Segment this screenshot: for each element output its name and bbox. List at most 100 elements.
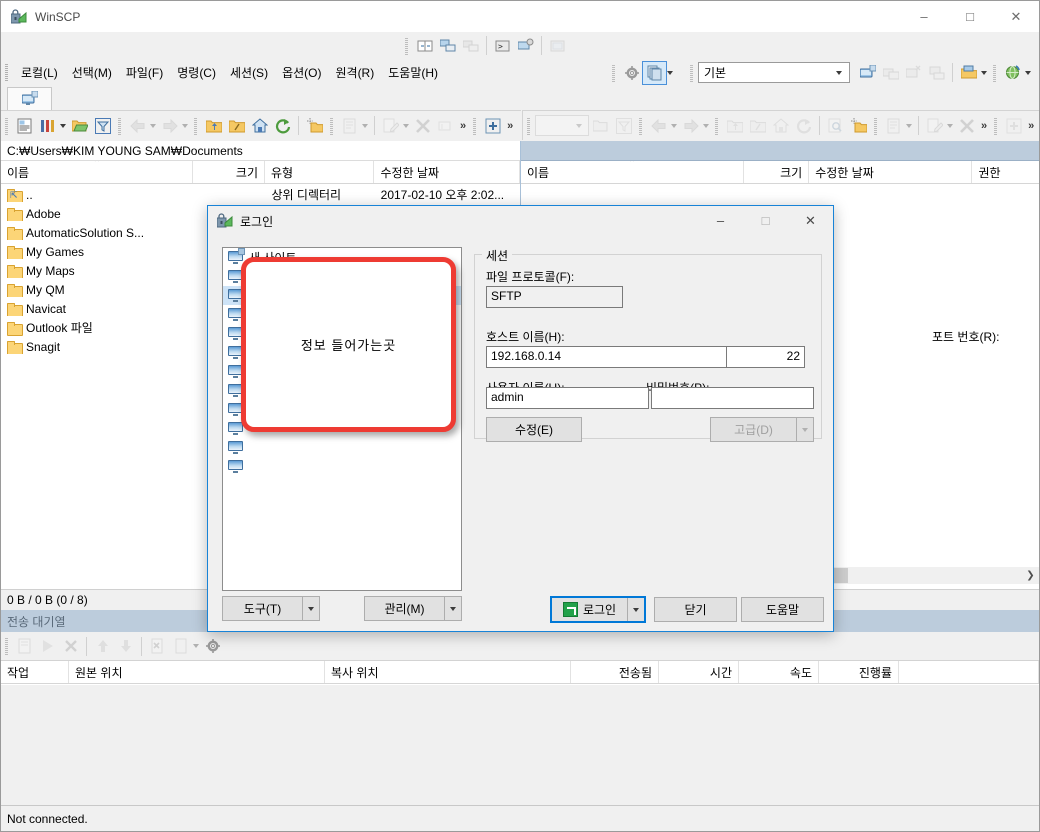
- globe-sync-icon[interactable]: [1001, 62, 1024, 84]
- queue-settings-gear-icon[interactable]: [201, 635, 224, 657]
- open-folder-icon[interactable]: [957, 62, 980, 84]
- password-field[interactable]: [651, 387, 814, 409]
- chevron-down-icon[interactable]: [981, 70, 987, 75]
- chevron-down-icon[interactable]: [302, 596, 320, 621]
- toolbar-grip[interactable]: [472, 116, 479, 135]
- qcol-destination[interactable]: 복사 위치: [325, 661, 571, 683]
- dialog-close-button[interactable]: ✕: [788, 206, 833, 235]
- queue-list[interactable]: [1, 684, 1039, 804]
- manage-button[interactable]: 관리(M): [364, 596, 462, 621]
- qcol-progress[interactable]: 진행률: [819, 661, 899, 683]
- filter-icon[interactable]: [91, 115, 114, 137]
- login-button[interactable]: 로그인: [550, 596, 646, 623]
- tab-local-session[interactable]: [7, 87, 52, 110]
- parent-directory-icon[interactable]: [202, 115, 225, 137]
- list-item[interactable]: [223, 457, 461, 476]
- toolbar-grip[interactable]: [117, 116, 123, 135]
- toolbar-overflow-chevron-icon[interactable]: »: [978, 120, 990, 132]
- chevron-down-icon[interactable]: [60, 123, 66, 128]
- menu-commands[interactable]: 명령(C): [170, 60, 223, 85]
- toolbar-grip[interactable]: [638, 116, 644, 135]
- scroll-right-icon[interactable]: ❯: [1022, 568, 1039, 583]
- toolbar-grip[interactable]: [689, 63, 695, 82]
- toolbar-grip[interactable]: [193, 116, 199, 135]
- col-name[interactable]: 이름 ⌃: [521, 161, 744, 183]
- dialog-minimize-button[interactable]: –: [698, 206, 743, 235]
- console-icon[interactable]: >: [491, 35, 514, 57]
- chevron-down-icon[interactable]: [836, 70, 842, 75]
- edit-button[interactable]: 수정(E): [486, 417, 582, 442]
- username-field[interactable]: admin: [486, 387, 649, 409]
- dialog-maximize-button[interactable]: □: [743, 206, 788, 235]
- local-path-bar[interactable]: C:₩Users₩KIM YOUNG SAM₩Documents: [1, 141, 520, 161]
- menu-session[interactable]: 세션(S): [223, 60, 275, 85]
- remote-path-bar[interactable]: [521, 141, 1039, 161]
- col-size[interactable]: 크기: [193, 161, 265, 183]
- toolbar-grip[interactable]: [4, 637, 10, 655]
- advanced-button[interactable]: 고급(D): [710, 417, 814, 442]
- gear-icon[interactable]: [620, 62, 643, 84]
- menu-local[interactable]: 로컬(L): [14, 60, 65, 85]
- col-permissions[interactable]: 권한: [972, 161, 1039, 183]
- protocol-combo[interactable]: SFTP: [486, 286, 623, 308]
- port-field[interactable]: 22: [726, 346, 805, 368]
- menu-remote[interactable]: 원격(R): [328, 60, 381, 85]
- col-modified[interactable]: 수정한 날짜: [809, 161, 973, 183]
- qcol-time[interactable]: 시간: [659, 661, 739, 683]
- menu-options[interactable]: 옵션(O): [275, 60, 328, 85]
- toolbar-grip[interactable]: [992, 63, 998, 82]
- home-icon[interactable]: [248, 115, 271, 137]
- close-button[interactable]: ✕: [993, 1, 1039, 32]
- toolbar-grip[interactable]: [329, 116, 335, 135]
- add-to-queue-icon[interactable]: [481, 115, 504, 137]
- toolbar-grip[interactable]: [873, 116, 879, 135]
- chevron-down-icon[interactable]: [627, 598, 644, 621]
- chevron-down-icon[interactable]: [1025, 70, 1031, 75]
- tools-button[interactable]: 도구(T): [222, 596, 320, 621]
- toolbar-grip[interactable]: [611, 63, 617, 82]
- col-modified[interactable]: 수정한 날짜: [374, 161, 520, 183]
- new-folder-icon[interactable]: [847, 115, 870, 137]
- synchronize-browsing-icon[interactable]: [436, 35, 459, 57]
- minimize-button[interactable]: –: [901, 1, 947, 32]
- toolbar-grip[interactable]: [404, 36, 410, 55]
- chevron-down-icon[interactable]: [667, 70, 673, 75]
- toolbar-overflow-chevron-icon[interactable]: »: [457, 120, 469, 132]
- col-size[interactable]: 크기: [744, 161, 810, 183]
- toolbar-grip[interactable]: [526, 116, 532, 135]
- new-folder-icon[interactable]: [303, 115, 326, 137]
- local-path-icon[interactable]: [13, 115, 36, 137]
- close-button[interactable]: 닫기: [654, 597, 737, 622]
- hostname-field[interactable]: 192.168.0.14: [486, 346, 731, 368]
- col-name[interactable]: 이름 ⌃: [1, 161, 194, 183]
- new-session-icon[interactable]: [856, 62, 879, 84]
- copy-stack-icon[interactable]: [642, 60, 667, 85]
- chevron-down-icon[interactable]: [444, 596, 462, 621]
- open-session-icon[interactable]: [514, 35, 537, 57]
- columns-icon[interactable]: [36, 115, 59, 137]
- toolbar-overflow-chevron-icon[interactable]: »: [504, 120, 516, 132]
- col-type[interactable]: 유형: [265, 161, 375, 183]
- qcol-operation[interactable]: 작업: [1, 661, 69, 683]
- open-directory-icon[interactable]: [68, 115, 91, 137]
- help-button[interactable]: 도움말: [741, 597, 824, 622]
- toolbar-overflow-chevron-icon[interactable]: »: [1025, 120, 1037, 132]
- qcol-speed[interactable]: 속도: [739, 661, 819, 683]
- refresh-icon[interactable]: [271, 115, 294, 137]
- table-row[interactable]: ⇱ .. 상위 디렉터리 2017-02-10 오후 2:02...: [1, 185, 520, 204]
- menubar-grip[interactable]: [4, 64, 11, 81]
- root-directory-icon[interactable]: [225, 115, 248, 137]
- maximize-button[interactable]: □: [947, 1, 993, 32]
- toolbar-grip[interactable]: [4, 116, 10, 135]
- qcol-source[interactable]: 원본 위치: [69, 661, 325, 683]
- session-color-combo[interactable]: 기본: [698, 62, 850, 83]
- menu-file[interactable]: 파일(F): [119, 60, 170, 85]
- chevron-down-icon[interactable]: [796, 417, 814, 442]
- toolbar-grip[interactable]: [714, 116, 720, 135]
- toolbar-grip[interactable]: [993, 116, 1000, 135]
- list-item[interactable]: [223, 438, 461, 457]
- qcol-transferred[interactable]: 전송됨: [571, 661, 659, 683]
- menu-mark[interactable]: 선택(M): [65, 60, 119, 85]
- menu-help[interactable]: 도움말(H): [381, 60, 445, 85]
- compare-directories-icon[interactable]: [413, 35, 436, 57]
